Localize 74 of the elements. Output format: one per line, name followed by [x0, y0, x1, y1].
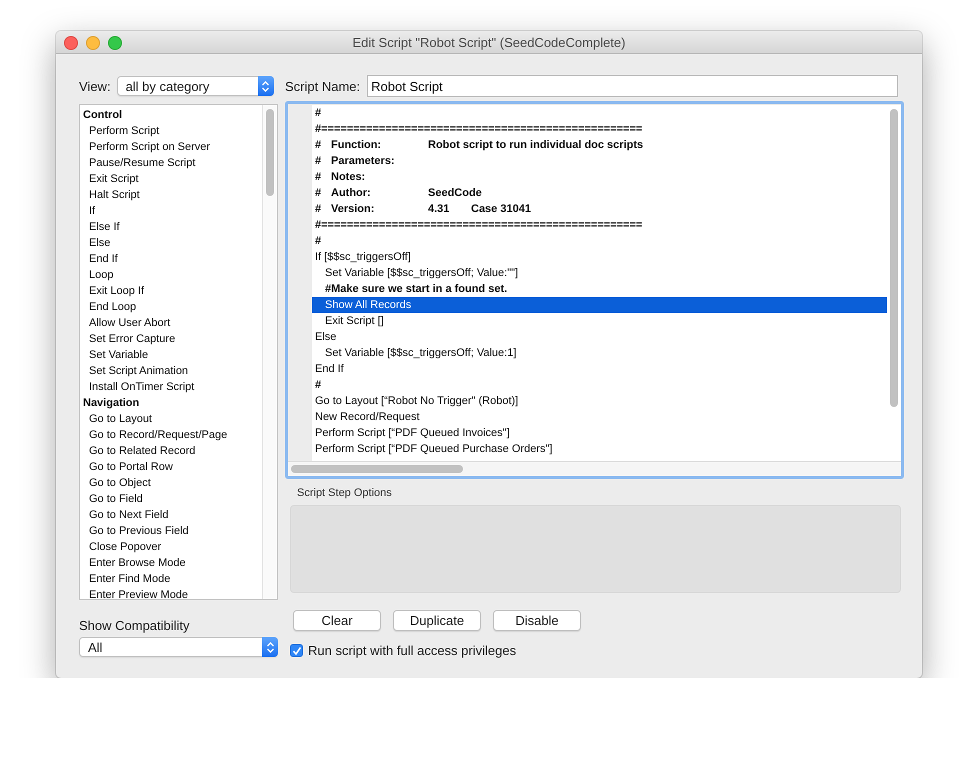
- action-button[interactable]: Clear: [293, 610, 381, 631]
- script-line[interactable]: #==================================================: [312, 121, 887, 137]
- script-line[interactable]: # Notes:: [312, 169, 887, 185]
- script-line[interactable]: # Author: SeedCode: [312, 185, 887, 201]
- chevron-icon: [262, 637, 278, 657]
- script-line[interactable]: Else: [312, 329, 887, 345]
- script-line[interactable]: Set Variable [$$sc_triggersOff; Value:1]: [312, 345, 887, 361]
- script-line[interactable]: #==================================================: [312, 217, 887, 233]
- view-label: View:: [79, 78, 111, 94]
- action-button[interactable]: Disable: [493, 610, 581, 631]
- compatibility-label: Show Compatibility: [79, 618, 191, 633]
- script-step-item[interactable]: Exit Loop If: [80, 283, 262, 299]
- script-step-item[interactable]: Go to Layout: [80, 411, 262, 427]
- script-step-item[interactable]: Close Popover: [80, 539, 262, 555]
- scrollbar[interactable]: [288, 461, 901, 476]
- script-step-item[interactable]: Halt Script: [80, 187, 262, 203]
- script-line[interactable]: End If: [312, 361, 887, 377]
- window-title: Edit Script "Robot Script" (SeedCodeComplete): [352, 34, 626, 50]
- checkbox[interactable]: [290, 644, 303, 657]
- minimize-button[interactable]: [86, 36, 100, 50]
- script-editor[interactable]: [285, 101, 904, 479]
- script-name-field[interactable]: Robot Script: [367, 75, 898, 97]
- category-heading: Control: [82, 108, 124, 123]
- script-line[interactable]: # Function: Robot script to run individual doc scripts: [312, 137, 887, 153]
- script-line[interactable]: #: [312, 105, 887, 121]
- script-step-item[interactable]: Go to Previous Field: [80, 523, 262, 539]
- script-step-item[interactable]: Go to Portal Row: [80, 459, 262, 475]
- category-heading: Navigation: [82, 396, 140, 411]
- script-step-item[interactable]: End If: [80, 251, 262, 267]
- script-step-item[interactable]: Set Variable: [80, 347, 262, 363]
- script-step-item[interactable]: Allow User Abort: [80, 315, 262, 331]
- script-step-item[interactable]: Perform Script: [80, 123, 262, 139]
- compatibility-dropdown[interactable]: All: [79, 637, 278, 657]
- options-label: Script Step Options: [297, 487, 393, 500]
- script-line[interactable]: New Record/Request: [312, 409, 887, 425]
- script-line[interactable]: #: [312, 377, 887, 393]
- script-line[interactable]: #Make sure we start in a found set.: [312, 281, 887, 297]
- script-step-item[interactable]: Go to Record/Request/Page: [80, 427, 262, 443]
- script-line[interactable]: # Parameters:: [312, 153, 887, 169]
- script-line[interactable]: # Version: 4.31 Case 31041: [312, 201, 887, 217]
- script-step-item[interactable]: Go to Field: [80, 491, 262, 507]
- script-step-item[interactable]: Enter Browse Mode: [80, 555, 262, 571]
- scrollbar[interactable]: [262, 105, 277, 599]
- script-step-item[interactable]: Perform Script on Server: [80, 139, 262, 155]
- script-step-item[interactable]: Go to Object: [80, 475, 262, 491]
- script-name-label: Script Name:: [285, 78, 360, 94]
- chevron-icon: [258, 76, 274, 96]
- script-line[interactable]: Set Variable [$$sc_triggersOff; Value:""]: [312, 265, 887, 281]
- scrollbar[interactable]: [887, 105, 901, 461]
- script-step-item[interactable]: Pause/Resume Script: [80, 155, 262, 171]
- script-line[interactable]: Exit Script []: [312, 313, 887, 329]
- script-line[interactable]: If [$$sc_triggersOff]: [312, 249, 887, 265]
- script-step-item[interactable]: End Loop: [80, 299, 262, 315]
- script-step-item[interactable]: Loop: [80, 267, 262, 283]
- script-line[interactable]: Perform Script [“PDF Queued Purchase Orders"]: [312, 441, 887, 457]
- script-step-item[interactable]: Enter Preview Mode: [80, 587, 262, 599]
- close-button[interactable]: [64, 36, 78, 50]
- script-step-item[interactable]: Set Error Capture: [80, 331, 262, 347]
- script-step-item[interactable]: Enter Find Mode: [80, 571, 262, 587]
- script-step-item[interactable]: Set Script Animation: [80, 363, 262, 379]
- script-step-item[interactable]: Go to Related Record: [80, 443, 262, 459]
- checkbox-label: Run script with full access privileges: [308, 643, 516, 658]
- zoom-button[interactable]: [108, 36, 122, 50]
- script-step-item[interactable]: Else If: [80, 219, 262, 235]
- view-dropdown[interactable]: all by category: [116, 76, 274, 96]
- script-line[interactable]: #: [312, 233, 887, 249]
- script-step-item[interactable]: Else: [80, 235, 262, 251]
- action-button[interactable]: Duplicate: [393, 610, 481, 631]
- script-step-item[interactable]: Exit Script: [80, 171, 262, 187]
- script-line[interactable]: Perform Script [“PDF Queued Invoices"]: [312, 425, 887, 441]
- script-step-item[interactable]: Install OnTimer Script: [80, 379, 262, 395]
- script-line[interactable]: Go to Layout [“Robot No Trigger" (Robot)]: [312, 393, 887, 409]
- script-step-item[interactable]: If: [80, 203, 262, 219]
- script-step-item[interactable]: Go to Next Field: [80, 507, 262, 523]
